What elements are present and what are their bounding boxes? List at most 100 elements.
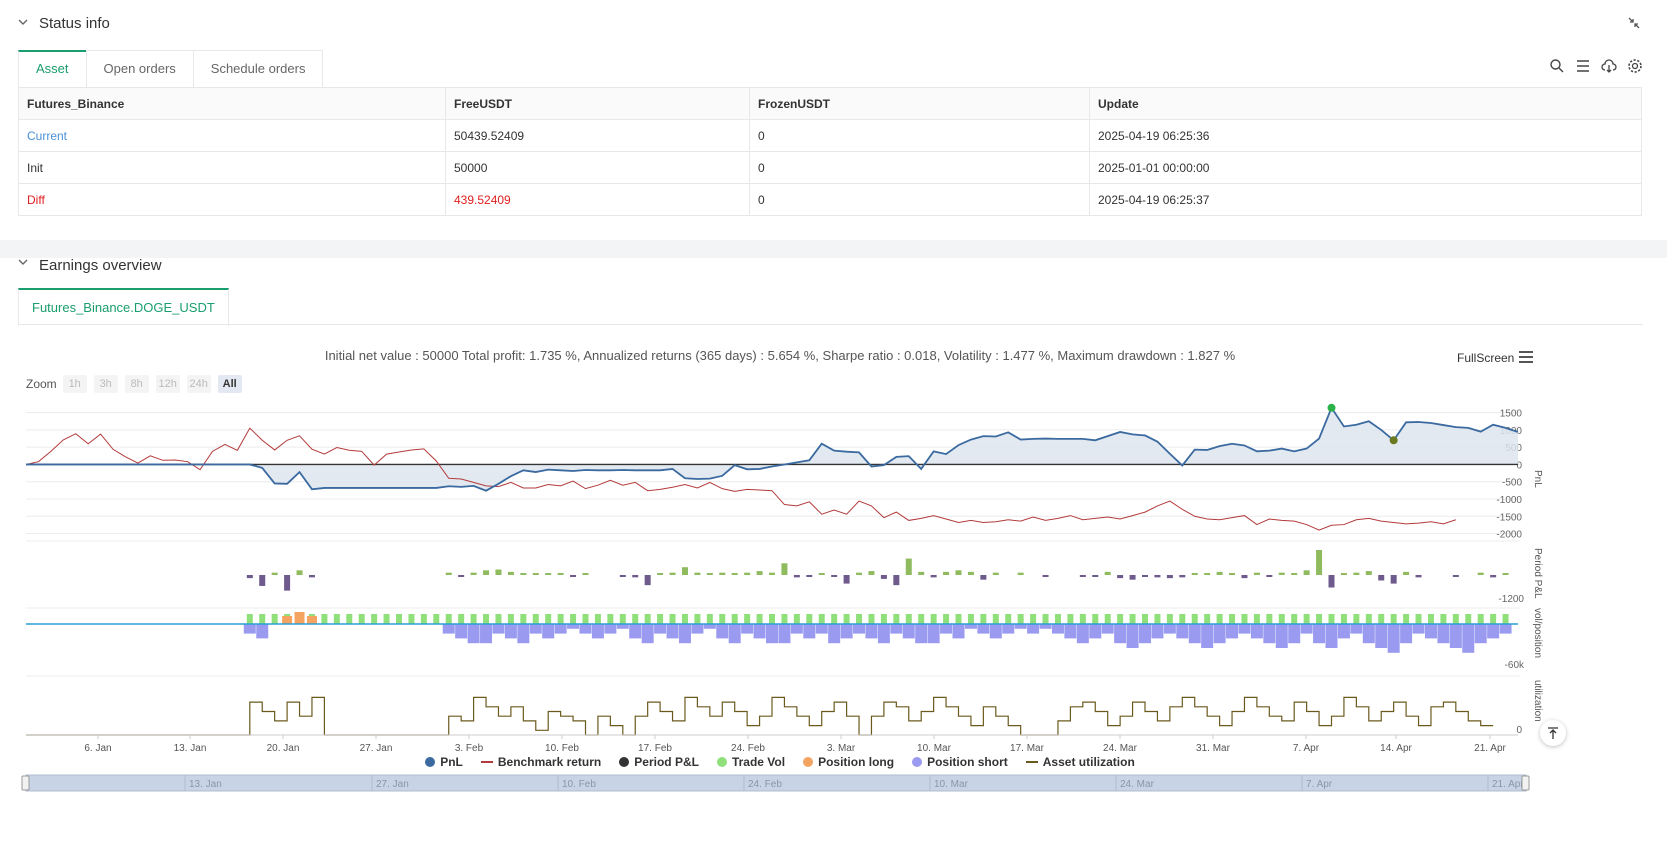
period-pnl-bar (1390, 575, 1397, 584)
period-pnl-bar (1340, 573, 1347, 575)
trade-vol-bar (470, 614, 477, 624)
trade-vol-bar (408, 614, 415, 624)
position-short-bar (1213, 624, 1226, 644)
period-pnl-bar (445, 572, 452, 575)
period-pnl-bar (843, 575, 850, 584)
trade-vol-bar (520, 614, 527, 624)
trade-vol-bar (483, 614, 490, 624)
period-pnl-bar (769, 572, 775, 575)
table-cell: 2025-04-19 06:25:37 (1089, 183, 1642, 216)
position-short-bar (977, 624, 990, 634)
position-short-bar (691, 624, 704, 634)
trade-vol-bar (955, 614, 962, 624)
navigator-left-handle[interactable] (21, 775, 30, 791)
position-short-bar (815, 624, 828, 634)
legend-item-benchmark[interactable]: Benchmark return (480, 755, 601, 769)
trade-vol-bar (1291, 614, 1298, 624)
x-tick-label: 27. Jan (360, 743, 393, 754)
collapse-icon[interactable] (1627, 16, 1641, 30)
trade-vol-bar (507, 614, 514, 624)
row-label-current: Current (18, 119, 446, 152)
period-pnl-bar (955, 570, 962, 575)
x-tick-label: 10. Feb (545, 743, 579, 754)
drawdown-marker (1389, 436, 1398, 445)
search-icon[interactable] (1549, 58, 1565, 74)
list-icon[interactable] (1575, 58, 1591, 74)
position-short-bar (641, 624, 654, 644)
period-pnl-bar (1017, 572, 1024, 575)
position-short-bar (1002, 624, 1015, 634)
tab-schedule-orders[interactable]: Schedule orders (192, 50, 324, 87)
position-short-bar (1101, 624, 1114, 634)
period-pnl-bar (1166, 575, 1173, 579)
legend-item-period-pnl[interactable]: Period P&L (619, 755, 699, 769)
legend-item-position-short[interactable]: Position short (912, 755, 1008, 769)
period-pnl-bar (1353, 572, 1360, 575)
position-short-bar (753, 624, 766, 639)
trade-vol-bar (1079, 614, 1086, 624)
position-short-bar (716, 624, 729, 639)
period-pnl-bar (781, 563, 788, 575)
period-pnl-bar (967, 571, 974, 575)
legend-item-position-long[interactable]: Position long (803, 755, 894, 769)
period-pnl-bar (1042, 575, 1049, 577)
legend-item-pnl[interactable]: PnL (425, 755, 463, 769)
position-short-bar (1313, 624, 1326, 644)
cloud-download-icon[interactable] (1601, 58, 1617, 74)
trade-vol-bar (1303, 614, 1310, 624)
status-header[interactable]: Status info (0, 0, 1667, 50)
position-short-bar (1238, 624, 1251, 634)
trade-vol-bar (1465, 614, 1472, 624)
table-tools (1549, 58, 1643, 74)
position-short-bar (915, 624, 928, 644)
trade-vol-bar (1365, 614, 1372, 624)
trade-vol-bar (694, 614, 701, 624)
navigator-label: 10. Feb (562, 779, 596, 790)
position-short-bar (1275, 624, 1288, 648)
gear-icon[interactable] (1627, 58, 1643, 74)
position-long-bar (294, 612, 305, 624)
trade-vol-bar (259, 614, 266, 624)
position-short-bar (604, 624, 617, 634)
navigator-label: 27. Jan (376, 779, 409, 790)
position-short-bar (455, 624, 468, 639)
position-short-bar (1288, 624, 1301, 644)
chevron-down-icon[interactable] (17, 16, 29, 28)
row-label-init: Init (18, 151, 446, 184)
trade-vol-bar (681, 614, 688, 624)
trade-vol-bar (1316, 614, 1323, 624)
status-panel: Status info Asset Open orders Schedule o… (0, 0, 1667, 240)
navigator-label: 7. Apr (1306, 779, 1333, 790)
position-short-bar (1375, 624, 1388, 648)
period-pnl-bar (719, 572, 726, 575)
trade-vol-bar (1415, 614, 1422, 624)
pnl-tick-label: -1000 (1496, 495, 1522, 506)
trade-vol-bar (582, 614, 589, 624)
earnings-chart[interactable]: 150010005000-500-1000-1500-2000PnL-1200P… (0, 258, 1560, 798)
tab-asset[interactable]: Asset (18, 50, 87, 88)
vol-axis-label: vol/position (1532, 608, 1543, 658)
navigator-right-handle[interactable] (1521, 775, 1530, 791)
scroll-top-button[interactable] (1540, 720, 1566, 746)
trade-vol-bar (1142, 614, 1148, 624)
period-axis-label: Period P&L (1532, 548, 1543, 599)
trade-vol-bar (1067, 614, 1074, 624)
legend-item-asset-utilization[interactable]: Asset utilization (1025, 755, 1135, 769)
trade-vol-bar (731, 614, 738, 624)
legend-item-trade-vol[interactable]: Trade Vol (716, 755, 785, 769)
pnl-tick-label: -2000 (1496, 530, 1522, 541)
pnl-axis-label: PnL (1532, 470, 1543, 488)
trade-vol-bar (532, 614, 539, 624)
position-short-bar (1226, 624, 1239, 639)
tab-open-orders[interactable]: Open orders (85, 50, 194, 87)
row-label-diff: Diff (18, 183, 446, 216)
period-pnl-bar (930, 575, 937, 578)
period-pnl-bar (582, 573, 589, 575)
period-pnl-bar (1378, 575, 1385, 581)
trade-vol-bar (1390, 614, 1397, 624)
position-short-bar (1437, 624, 1450, 644)
trade-vol-bar (1378, 614, 1385, 624)
trade-vol-bar (943, 614, 950, 624)
period-pnl-bar (744, 572, 751, 575)
pnl-line (26, 405, 1519, 492)
